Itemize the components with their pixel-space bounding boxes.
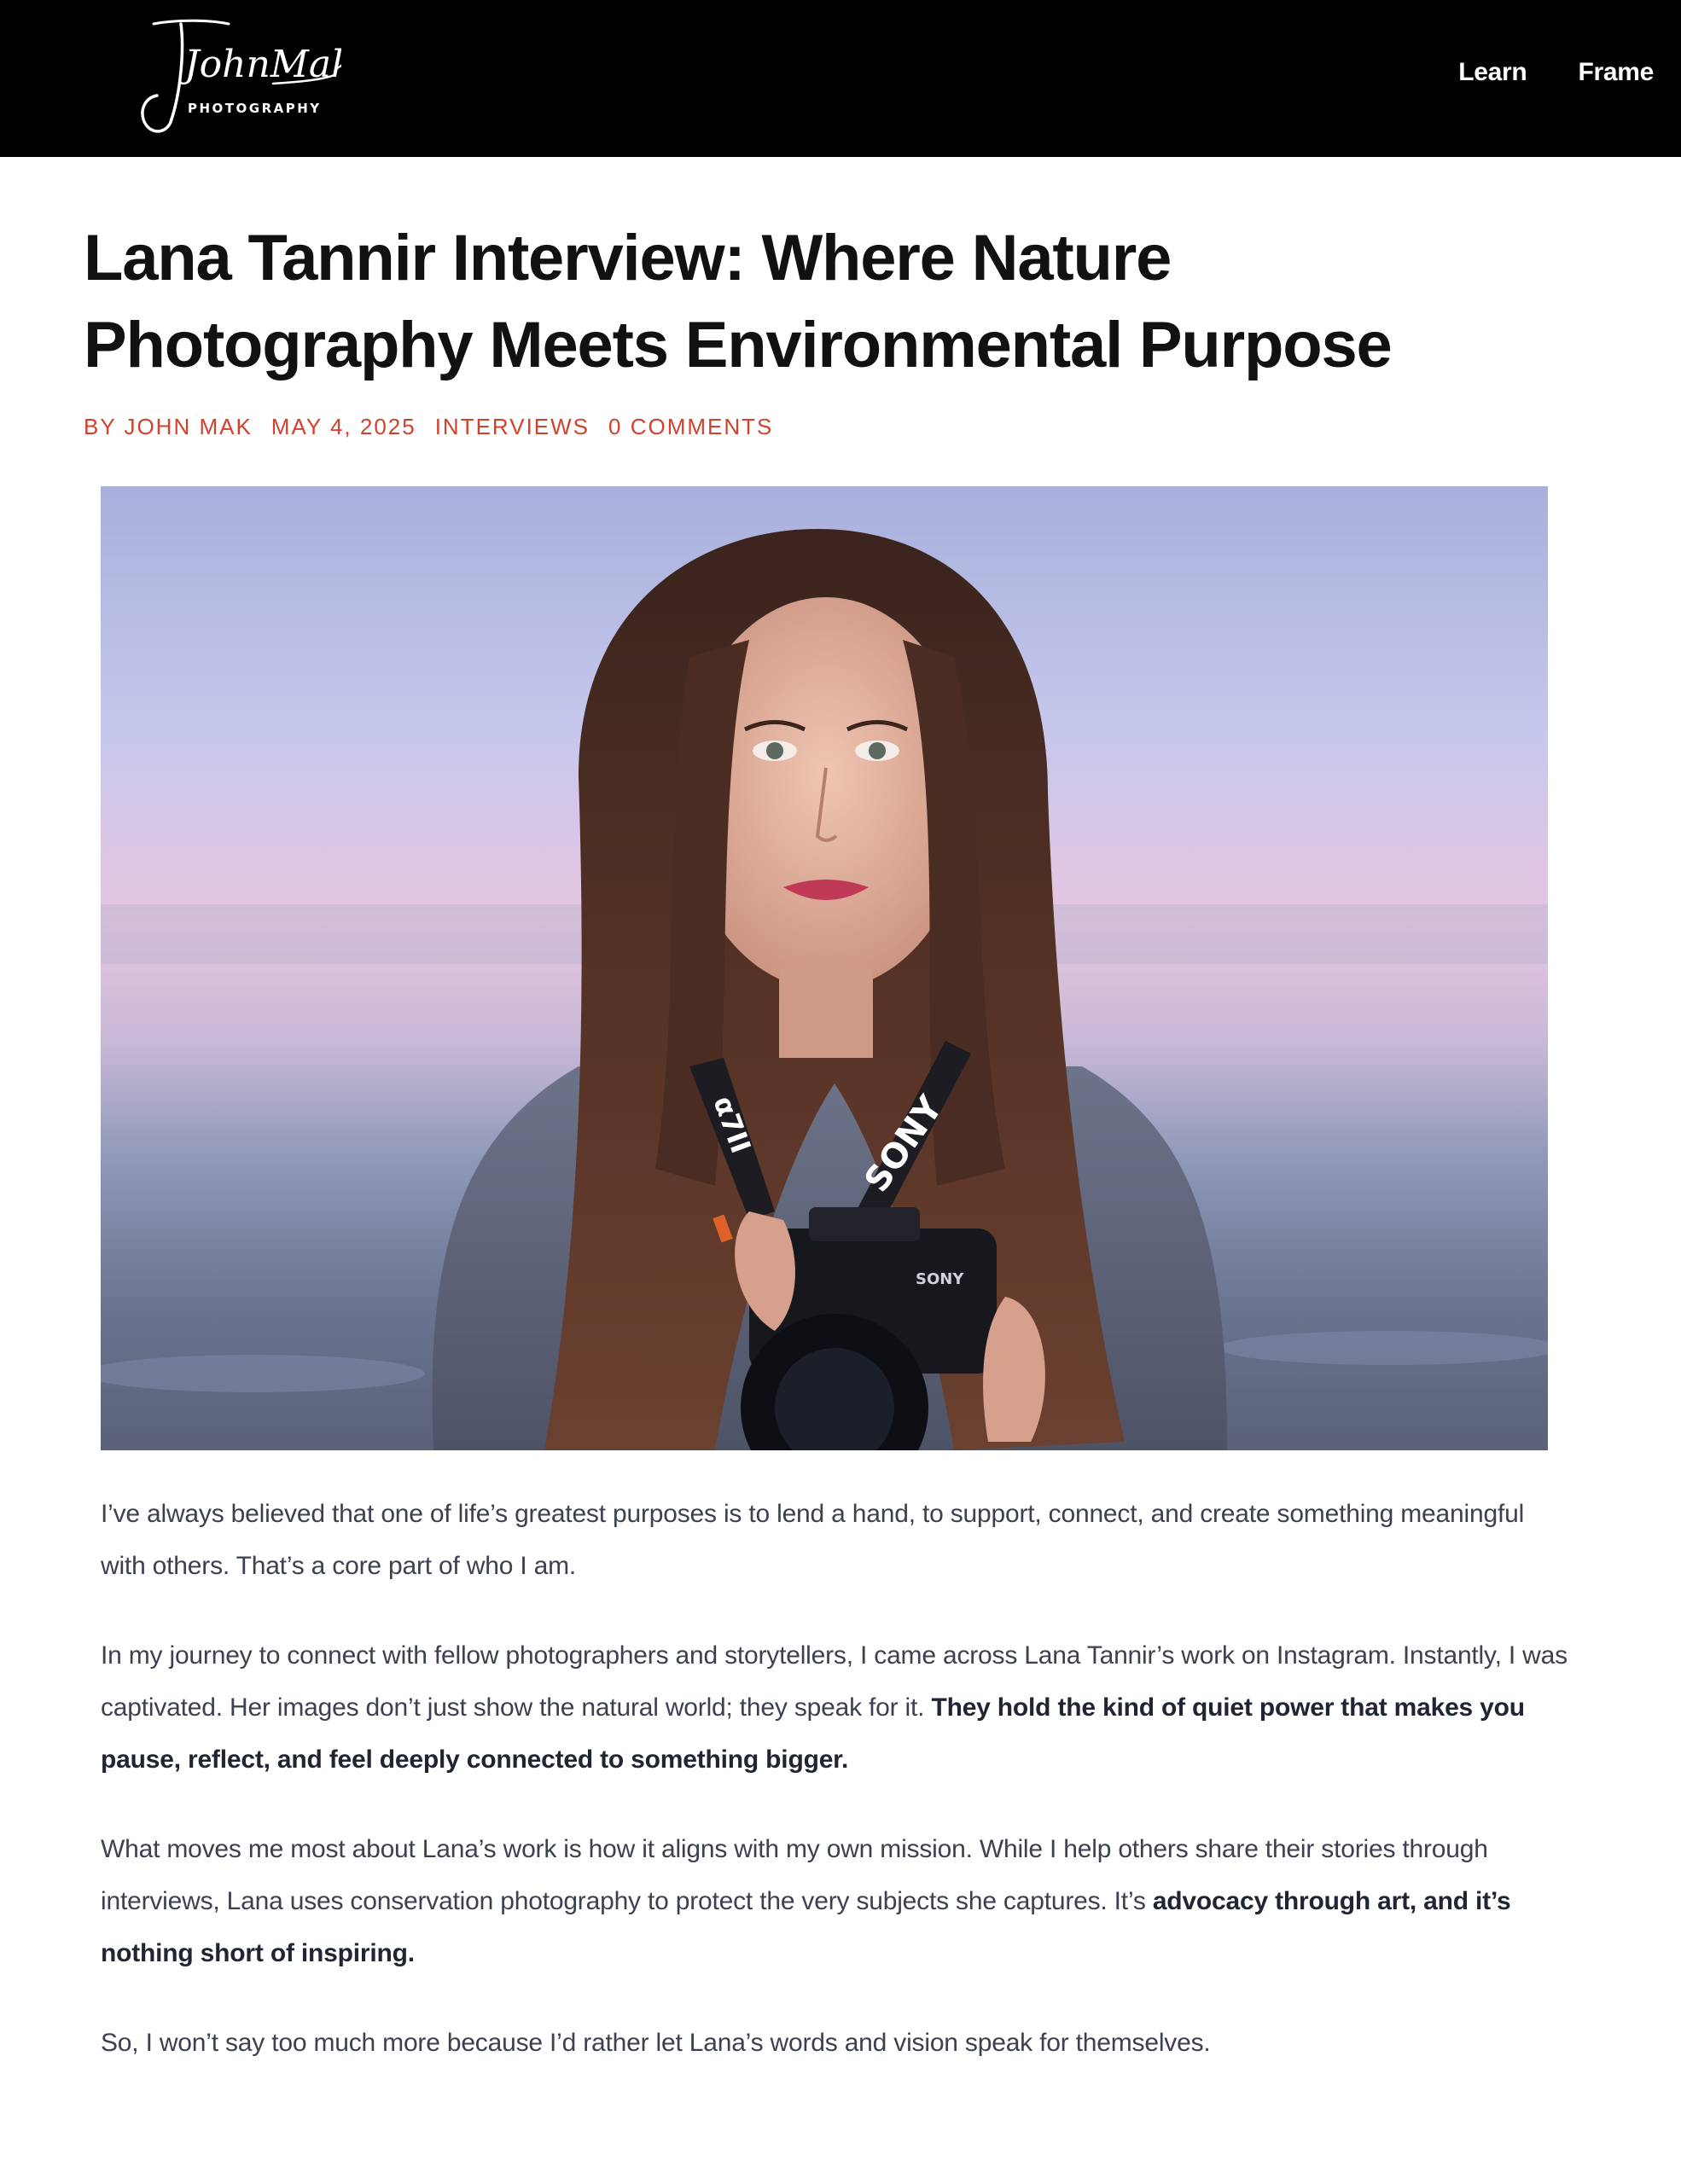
featured-image: α7II SONY SONY: [101, 486, 1548, 1450]
post-date-link[interactable]: MAY 4, 2025: [271, 411, 416, 442]
main-nav: Learn Frame: [1458, 53, 1654, 92]
post-title: Lana Tannir Interview: Where Nature Phot…: [84, 222, 1393, 381]
post-meta: BY JOHN MAK MAY 4, 2025 INTERVIEWS 0 COM…: [84, 411, 773, 442]
camera-brand-text: SONY: [916, 1270, 964, 1288]
paragraph-4-text: So, I won’t say too much more because I’…: [101, 2029, 1211, 2057]
paragraph-1: I’ve always believed that one of life’s …: [101, 1488, 1568, 1592]
post-category-link[interactable]: INTERVIEWS: [435, 411, 590, 442]
paragraph-2: In my journey to connect with fellow pho…: [101, 1629, 1568, 1786]
nav-item-frame[interactable]: Frame: [1578, 53, 1654, 92]
paragraph-3: What moves me most about Lana’s work is …: [101, 1823, 1568, 1979]
post-comments-link[interactable]: 0 COMMENTS: [608, 411, 773, 442]
logo-subtitle: PHOTOGRAPHY: [188, 101, 322, 116]
post-author-link[interactable]: BY JOHN MAK: [84, 411, 253, 442]
site-logo[interactable]: JohnMak PHOTOGRAPHY: [128, 15, 341, 135]
nav-item-learn[interactable]: Learn: [1458, 53, 1527, 92]
paragraph-4: So, I won’t say too much more because I’…: [101, 2017, 1568, 2069]
paragraph-1-text: I’ve always believed that one of life’s …: [101, 1500, 1525, 1580]
entry-content: I’ve always believed that one of life’s …: [101, 1488, 1568, 2106]
site-header: JohnMak PHOTOGRAPHY Learn Frame: [0, 0, 1681, 157]
